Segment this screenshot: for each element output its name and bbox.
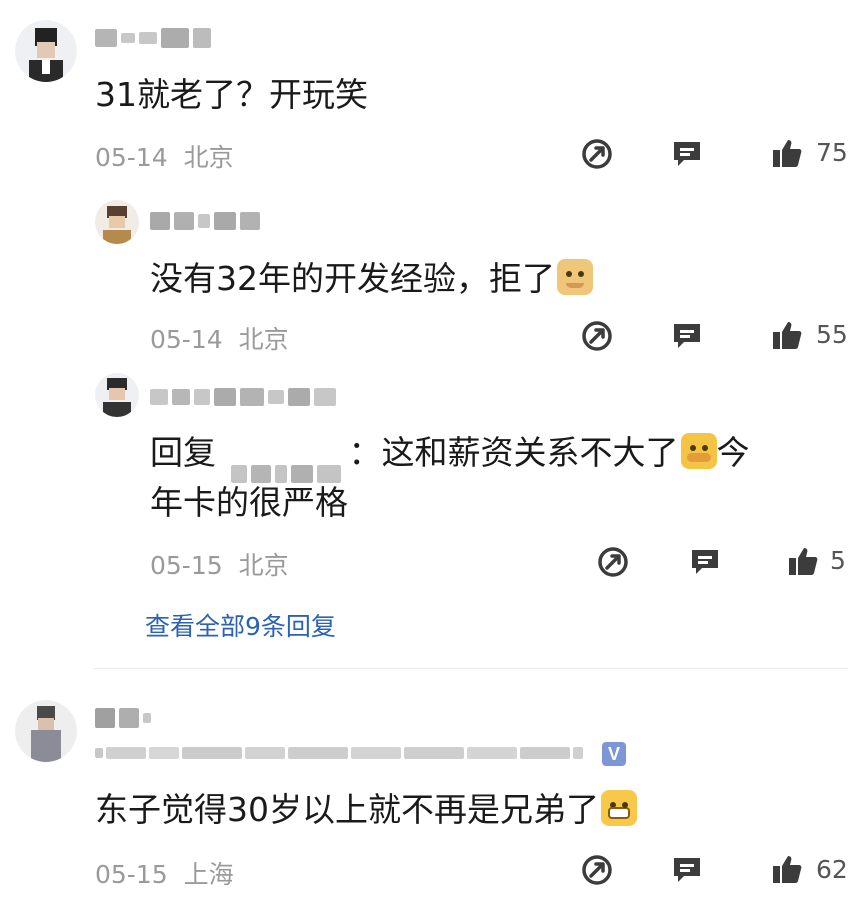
reply-text-line2: 年卡的很严格: [150, 483, 348, 522]
like-count: 75: [816, 138, 848, 167]
comment-meta: 05-15 上海: [95, 855, 234, 891]
reply-date: 05-15: [150, 551, 223, 580]
verified-description-blurred: [95, 742, 583, 764]
verified-badge: V: [602, 742, 626, 766]
comment-location: 上海: [183, 860, 234, 889]
mentioned-user-blurred[interactable]: [230, 444, 345, 483]
comment-icon[interactable]: [670, 319, 704, 353]
cover-face-emoji: [680, 433, 717, 469]
like-count: 62: [816, 855, 848, 884]
reply-location: 北京: [238, 325, 289, 354]
share-icon[interactable]: [580, 137, 614, 171]
comment-location: 北京: [183, 143, 234, 172]
comment-icon[interactable]: [670, 853, 704, 887]
reply-text: 没有32年的开发经验，拒了: [150, 250, 593, 308]
avatar[interactable]: [15, 700, 77, 762]
like-icon[interactable]: [770, 318, 804, 352]
reply-prefix: 回复: [150, 433, 216, 472]
reply-location: 北京: [238, 551, 289, 580]
like-count: 5: [830, 546, 846, 575]
grin-emoji: [601, 790, 637, 826]
comment-date: 05-14: [95, 143, 168, 172]
like-count: 55: [816, 320, 848, 349]
like-icon[interactable]: [786, 544, 820, 578]
divider: [93, 668, 848, 669]
comment-text: 31就老了？开玩笑: [95, 75, 368, 114]
comment-date: 05-15: [95, 860, 168, 889]
comment-icon[interactable]: [670, 137, 704, 171]
username-blurred[interactable]: [150, 210, 260, 232]
reply-colon: ：: [348, 433, 382, 472]
avatar[interactable]: [15, 20, 77, 82]
username-blurred[interactable]: [150, 386, 336, 408]
username-blurred[interactable]: [95, 27, 211, 49]
username-blurred[interactable]: [95, 707, 151, 729]
reply-date: 05-14: [150, 325, 223, 354]
comment-meta: 05-14 北京: [95, 138, 234, 174]
share-icon[interactable]: [596, 545, 630, 579]
view-all-replies-link[interactable]: 查看全部9条回复: [145, 607, 336, 643]
reply-meta: 05-14 北京: [150, 320, 289, 356]
like-icon[interactable]: [770, 136, 804, 170]
like-icon[interactable]: [770, 852, 804, 886]
avatar[interactable]: [95, 200, 139, 244]
reply-meta: 05-15 北京: [150, 546, 289, 582]
comment-icon[interactable]: [688, 545, 722, 579]
doge-emoji: [557, 259, 593, 295]
comment-text: 东子觉得30岁以上就不再是兄弟了: [95, 781, 637, 839]
share-icon[interactable]: [580, 853, 614, 887]
share-icon[interactable]: [580, 319, 614, 353]
avatar[interactable]: [95, 373, 139, 417]
